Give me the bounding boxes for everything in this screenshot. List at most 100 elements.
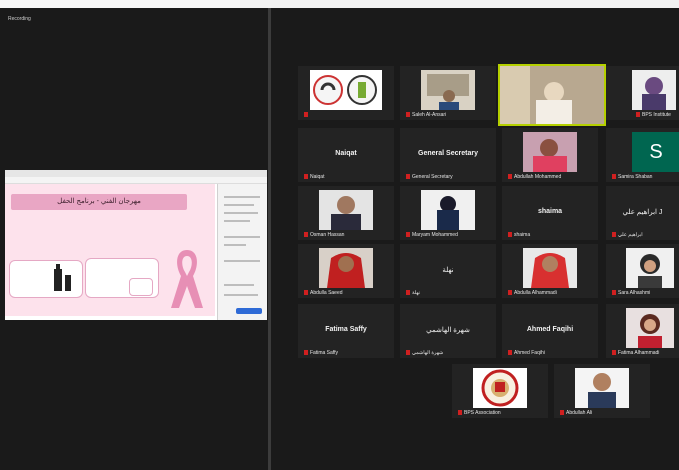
mic-muted-icon — [508, 232, 512, 238]
participant-tile[interactable]: Abdullah Mohammed — [502, 128, 598, 182]
participant-name: Abdulla Alhammadi — [508, 290, 557, 296]
participant-tile[interactable]: Ahmed Faqihi Ahmed Faqihi — [502, 304, 598, 358]
participant-name: شهرة الهاشمي — [406, 350, 443, 356]
toolbar-area — [0, 0, 240, 8]
mic-muted-icon — [612, 232, 616, 238]
mic-muted-icon — [304, 350, 308, 356]
mic-muted-icon — [406, 350, 410, 356]
participant-tile[interactable]: BPS Association — [452, 364, 548, 418]
mic-muted-icon — [304, 174, 308, 180]
participant-name: ابراهيم علي — [612, 232, 643, 238]
view-divider[interactable] — [268, 8, 271, 470]
panel-line — [224, 196, 260, 198]
participant-display-name: شهرة الهاشمي — [426, 327, 470, 334]
bottle-icon — [54, 264, 71, 291]
panel-line — [224, 220, 250, 222]
participant-tile[interactable]: Fatima Alhammadi — [606, 304, 679, 358]
participant-photo — [523, 132, 577, 172]
participant-photo — [632, 70, 676, 110]
mic-muted-icon — [304, 290, 308, 296]
participant-name: Sara Alhashmi — [612, 290, 650, 296]
participant-photo — [626, 248, 674, 288]
participant-video — [500, 66, 604, 124]
shared-screen[interactable]: مهرجان الفني - برنامج الحفل — [5, 170, 267, 320]
mic-muted-icon — [612, 350, 616, 356]
participant-tile[interactable] — [298, 66, 394, 120]
participant-tile[interactable]: Sara Alhashmi — [606, 244, 679, 298]
participant-name: Fatima Saffy — [304, 350, 338, 356]
mic-muted-icon — [458, 410, 462, 416]
panel-button[interactable] — [236, 308, 262, 314]
participant-tile[interactable]: BPS Institute — [606, 66, 679, 120]
participant-name: Abdulla Saeed — [304, 290, 343, 296]
participant-tile[interactable]: Abdulla Saeed — [298, 244, 394, 298]
pink-ribbon-icon — [171, 250, 203, 308]
browser-toolbar — [5, 177, 267, 184]
mic-muted-icon — [612, 290, 616, 296]
participant-name: Abdullah Ali — [560, 410, 592, 416]
participant-tile[interactable]: Abdulla Alhammadi — [502, 244, 598, 298]
panel-line — [224, 260, 260, 262]
mic-muted-icon — [406, 174, 410, 180]
mic-muted-icon — [304, 232, 308, 238]
slide-box-left — [9, 260, 83, 298]
mic-muted-icon — [508, 350, 512, 356]
participant-display-name: shaima — [537, 208, 563, 215]
participant-name: نهلة — [406, 290, 420, 296]
participant-tile[interactable]: شهرة الهاشمي شهرة الهاشمي — [400, 304, 496, 358]
participant-tile[interactable]: Maryam Mohammed — [400, 186, 496, 240]
top-strip — [0, 0, 679, 8]
participant-name: Abdullah Mohammed — [508, 174, 561, 180]
panel-line — [224, 212, 258, 214]
participant-initial-avatar: S — [632, 132, 679, 172]
participant-tile[interactable]: ابراهيم علي J ابراهيم علي — [606, 186, 679, 240]
participant-display-name: نهلة — [442, 267, 454, 274]
participant-name: BPS Association — [458, 410, 501, 416]
participant-display-name: Ahmed Faqihi — [526, 326, 574, 333]
mic-muted-icon — [304, 112, 308, 118]
browser-side-panel[interactable] — [217, 184, 267, 320]
participant-name: Saleh Al-Ansari — [406, 112, 446, 118]
participant-name: shaima — [508, 232, 530, 238]
participant-tile[interactable]: Fatima Saffy Fatima Saffy — [298, 304, 394, 358]
panel-line — [224, 294, 258, 296]
participant-name: General Secretary — [406, 174, 453, 180]
participant-name: Ahmed Faqihi — [508, 350, 545, 356]
browser-tabbar — [5, 170, 267, 177]
participant-photo — [523, 248, 577, 288]
panel-line — [224, 284, 254, 286]
participant-tile[interactable]: General Secretary General Secretary — [400, 128, 496, 182]
participant-name: Maryam Mohammed — [406, 232, 458, 238]
participant-photo — [319, 190, 373, 230]
mic-muted-icon — [508, 290, 512, 296]
panel-line — [224, 244, 246, 246]
participant-name: BPS Institute — [636, 112, 671, 118]
participant-tile[interactable]: Saleh Al-Ansari — [400, 66, 496, 120]
participant-display-name: ابراهيم علي J — [622, 209, 663, 216]
participant-photo — [626, 308, 674, 348]
participant-photo — [421, 70, 475, 110]
participant-display-name: Naiqat — [335, 150, 357, 157]
mic-muted-icon — [636, 112, 640, 118]
organization-logo — [310, 70, 382, 110]
participant-tile[interactable]: Osman Hassan — [298, 186, 394, 240]
participant-tile[interactable]: نهلة نهلة — [400, 244, 496, 298]
mic-muted-icon — [406, 232, 410, 238]
presentation-slide: مهرجان الفني - برنامج الحفل — [5, 184, 215, 316]
participant-tile[interactable]: S Samira Shaban — [606, 128, 679, 182]
participant-display-name: Fatima Saffy — [325, 326, 367, 333]
mic-muted-icon — [406, 290, 410, 296]
participant-name — [304, 112, 310, 118]
participant-tile[interactable]: Abdullah Ali — [554, 364, 650, 418]
participant-tile[interactable]: shaima shaima — [502, 186, 598, 240]
panel-line — [224, 204, 254, 206]
participant-tile[interactable]: Naiqat Naiqat — [298, 128, 394, 182]
participant-name: Samira Shaban — [612, 174, 652, 180]
mic-muted-icon — [560, 410, 564, 416]
participant-display-name: General Secretary — [418, 150, 478, 157]
panel-line — [224, 236, 260, 238]
active-speaker-tile[interactable] — [498, 64, 606, 126]
organization-logo — [473, 368, 527, 408]
slide-title: مهرجان الفني - برنامج الحفل — [11, 194, 187, 210]
participant-name: Fatima Alhammadi — [612, 350, 659, 356]
